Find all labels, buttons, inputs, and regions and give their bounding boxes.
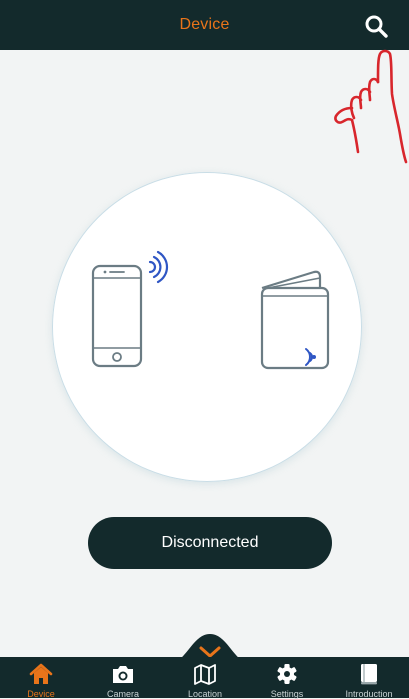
search-icon <box>365 15 388 38</box>
wallet-icon <box>260 270 330 370</box>
book-icon <box>361 664 377 685</box>
search-button[interactable] <box>362 12 390 40</box>
camera-icon <box>113 666 133 683</box>
bottom-navigation: Device Camera Location Settings Introduc… <box>0 657 409 699</box>
connection-status-button[interactable]: Disconnected <box>88 517 332 569</box>
pointing-hand-annotation <box>334 49 408 164</box>
top-bar: Device <box>0 0 409 50</box>
tab-introduction[interactable]: Introduction <box>328 657 409 699</box>
map-icon <box>194 664 216 685</box>
tab-settings[interactable]: Settings <box>246 657 328 699</box>
gear-icon <box>277 664 297 684</box>
smartphone-icon <box>91 250 169 368</box>
tab-location[interactable]: Location <box>164 657 246 699</box>
page-title: Device <box>179 16 230 33</box>
tab-device[interactable]: Device <box>0 657 82 699</box>
home-icon <box>29 663 53 684</box>
wireless-signal-icon <box>148 250 169 284</box>
tab-camera[interactable]: Camera <box>82 657 164 699</box>
